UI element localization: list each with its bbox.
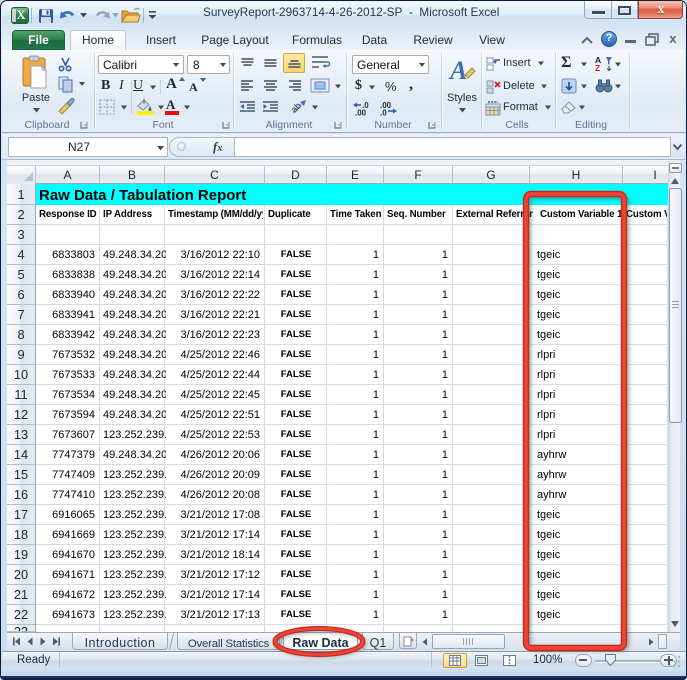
svg-text:.0: .0 xyxy=(380,109,387,117)
svg-text:A: A xyxy=(448,56,467,85)
svg-text:Z: Z xyxy=(595,63,600,72)
svg-text:.00: .00 xyxy=(355,109,367,117)
